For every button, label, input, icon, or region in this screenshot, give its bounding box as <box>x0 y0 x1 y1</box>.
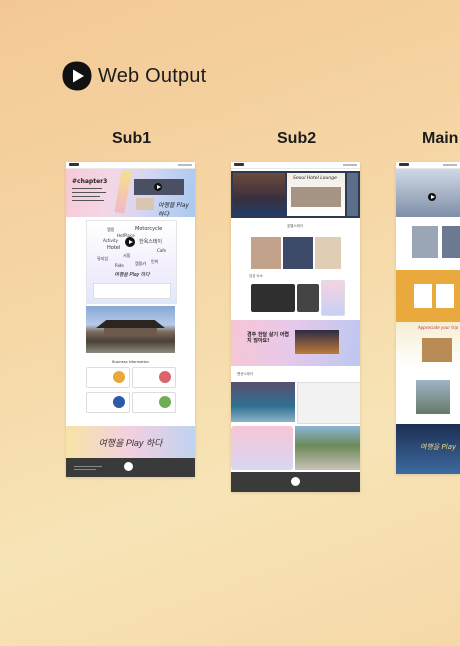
keyword-word: Ride <box>115 263 124 268</box>
page-title: Web Output <box>98 64 207 87</box>
main-page-preview[interactable]: Appreciate your trip 여행을 Play <box>396 162 460 474</box>
column-label-main: Main <box>422 130 459 147</box>
main-navbar <box>396 162 460 169</box>
play-logo-icon <box>62 61 92 91</box>
keyword-word: 서핑 <box>123 253 131 258</box>
sub1-palace-photo <box>86 306 175 353</box>
sub1-hero-script: 여행을 Play 하다 <box>158 202 189 218</box>
column-label-sub2: Sub2 <box>277 130 317 147</box>
sub2-navbar <box>231 162 360 169</box>
sub1-navbar <box>66 162 195 169</box>
sub1-hero-tag: #chapter3 <box>72 178 108 185</box>
main-banner: 여행을 Play <box>396 424 460 474</box>
sub2-promo: 경주 한달 살기 어렵지 않아요! <box>231 320 360 366</box>
sub1-hero: #chapter3 여행을 Play 하다 <box>66 169 195 218</box>
keyword-word: Cafe <box>157 248 167 253</box>
keyword-word: 캠핑카 <box>135 261 147 266</box>
keyword-word: Hotel <box>107 245 121 251</box>
main-yellow-section <box>396 270 460 322</box>
main-banner-text: 여행을 Play <box>420 443 457 451</box>
main-hero <box>396 169 460 217</box>
column-label-sub1: Sub1 <box>112 130 152 147</box>
sub1-section-title: Business Information <box>112 360 149 364</box>
keyword-word: 뮤지엄 <box>97 256 109 261</box>
keyword-word: 민박 <box>151 259 159 264</box>
sub2-section-c: 펜션스테이 <box>237 372 254 376</box>
sub2-hero-script: Seoul Hotel Lounge <box>293 176 337 181</box>
sub1-banner: 여행을 Play 하다 <box>66 426 195 458</box>
sub2-hero: Seoul Hotel Lounge <box>231 171 360 218</box>
sub1-banner-text: 여행을 Play 하다 <box>98 438 163 448</box>
main-promo: Appreciate your trip <box>396 322 460 368</box>
sub2-footer <box>231 472 360 492</box>
keyword-word: Motorcycle <box>135 226 163 232</box>
sub1-footer <box>66 458 195 477</box>
sub2-promo-text: 경주 한달 살기 어렵지 않아요! <box>247 332 290 344</box>
sub1-keyword-script: 여행을 Play 하다 <box>114 272 150 278</box>
page-header: Web Output <box>61 60 206 92</box>
keyword-word: Activity <box>103 238 118 243</box>
sub1-keyword-card: 캠핑 Motorcycle HotPlace Activity 한옥스테이 Ho… <box>86 220 177 304</box>
keyword-word: 캠핑 <box>107 227 115 232</box>
sub2-section-a: 호텔스테이 <box>286 224 304 228</box>
main-promo-script: Appreciate your trip <box>418 325 459 330</box>
sub2-page-preview[interactable]: Seoul Hotel Lounge 호텔스테이 감성 숙소 경주 한달 살기 … <box>231 162 360 492</box>
sub1-page-preview[interactable]: #chapter3 여행을 Play 하다 캠핑 Motorcycle HotP… <box>66 162 195 477</box>
keyword-word: 한옥스테이 <box>139 239 163 245</box>
